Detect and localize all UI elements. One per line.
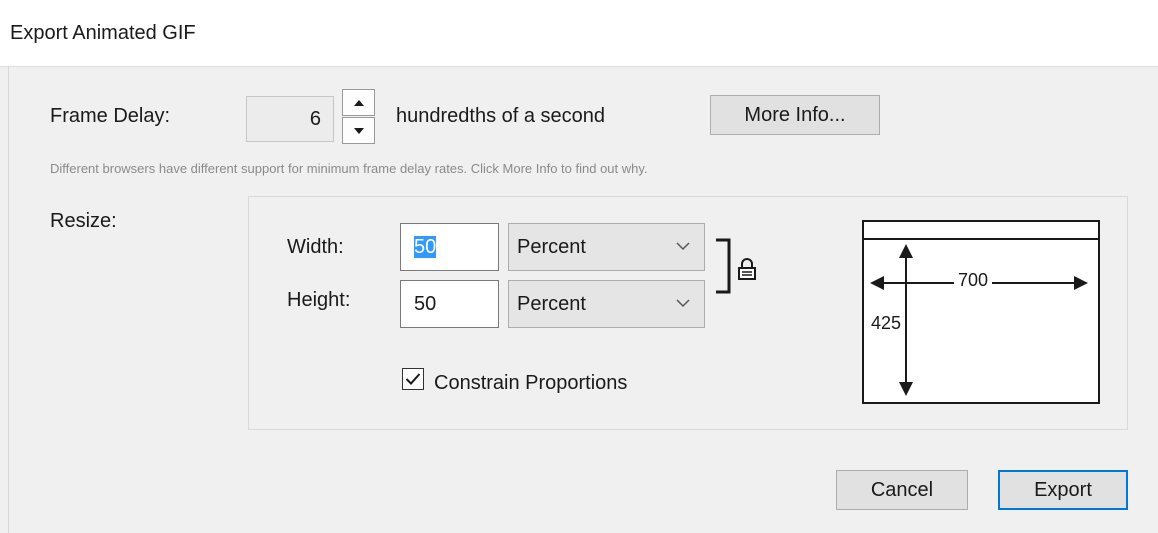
resize-label: Resize: (50, 210, 117, 232)
height-unit-select[interactable]: Percent (508, 280, 705, 328)
frame-delay-label: Frame Delay: (50, 105, 171, 127)
dialog-border (8, 66, 9, 533)
width-input[interactable]: 50 (400, 223, 499, 271)
dimension-arrows (870, 244, 1088, 396)
export-button[interactable]: Export (998, 470, 1128, 510)
frame-delay-unit: hundredths of a second (396, 105, 606, 127)
height-label: Height: (287, 289, 351, 311)
preview-height-value: 425 (871, 313, 902, 333)
cancel-button[interactable]: Cancel (836, 470, 968, 510)
width-unit-value: Percent (517, 236, 586, 258)
chevron-down-icon (676, 242, 690, 251)
chevron-down-icon (353, 127, 364, 134)
frame-delay-input[interactable]: 6 (246, 96, 334, 142)
constrain-proportions-checkbox[interactable] (402, 368, 424, 390)
title-bar: Export Animated GIF (0, 0, 1158, 67)
dialog-title: Export Animated GIF (10, 22, 196, 44)
frame-delay-decrement-button[interactable] (342, 117, 375, 144)
width-value: 50 (414, 236, 437, 258)
size-preview: 700 425 (862, 220, 1100, 404)
link-bracket (716, 238, 731, 294)
export-gif-dialog: Export Animated GIF Frame Delay: 6 hundr… (0, 0, 1158, 533)
more-info-button[interactable]: More Info... (710, 95, 880, 135)
frame-delay-note: Different browsers have different suppor… (50, 161, 648, 176)
frame-delay-increment-button[interactable] (342, 89, 375, 116)
height-input[interactable]: 50 (400, 280, 499, 328)
chevron-down-icon (676, 299, 690, 308)
height-unit-value: Percent (517, 293, 586, 315)
chevron-up-icon (353, 99, 364, 106)
preview-width-value: 700 (954, 270, 993, 291)
width-unit-select[interactable]: Percent (508, 223, 705, 271)
lock-icon[interactable] (738, 258, 756, 280)
constrain-proportions-label[interactable]: Constrain Proportions (434, 372, 627, 395)
width-label: Width: (287, 236, 344, 258)
checkmark-icon (405, 373, 421, 385)
